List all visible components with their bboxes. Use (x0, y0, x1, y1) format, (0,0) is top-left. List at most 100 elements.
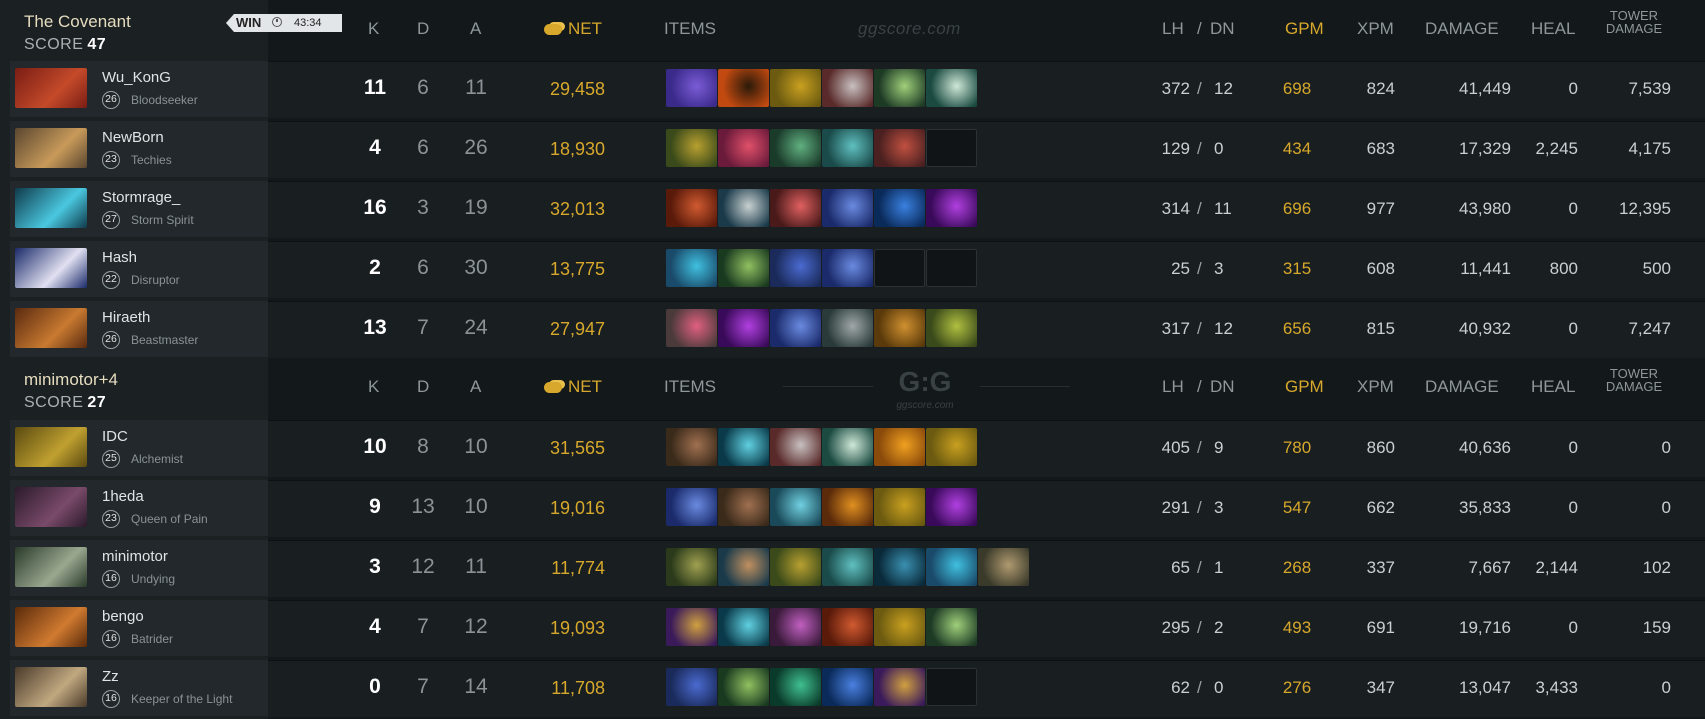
player-card[interactable]: 1heda 23 Queen of Pain (10, 480, 268, 536)
team-name[interactable]: minimotor+4 (24, 370, 118, 390)
player-stats-row: 13 7 24 27,947 317 / 12 656 815 40,932 0 7,247 (268, 301, 1705, 358)
item-icon[interactable] (874, 309, 925, 347)
item-icon[interactable] (822, 129, 873, 167)
item-icon[interactable] (926, 608, 977, 646)
item-icon[interactable] (770, 668, 821, 706)
item-icon[interactable] (666, 309, 717, 347)
item-icon[interactable] (770, 428, 821, 466)
item-icon[interactable] (874, 488, 925, 526)
item-icon[interactable] (874, 129, 925, 167)
item-icon[interactable] (874, 69, 925, 107)
player-card[interactable]: bengo 16 Batrider (10, 600, 268, 656)
hero-portrait[interactable] (15, 128, 87, 168)
xpm-value: 608 (1366, 259, 1395, 278)
item-icon[interactable] (718, 488, 769, 526)
hero-portrait[interactable] (15, 427, 87, 467)
item-icon[interactable] (874, 668, 925, 706)
item-icon[interactable] (718, 608, 769, 646)
player-name[interactable]: IDC (102, 428, 128, 445)
kills-value: 2 (369, 256, 381, 279)
item-icon[interactable] (718, 428, 769, 466)
hero-portrait[interactable] (15, 308, 87, 348)
item-icon[interactable] (718, 69, 769, 107)
item-icon[interactable] (874, 428, 925, 466)
item-icon[interactable] (666, 69, 717, 107)
column-header-d: D (417, 19, 430, 38)
item-icon[interactable] (822, 668, 873, 706)
player-card[interactable]: NewBorn 23 Techies (10, 121, 268, 177)
hero-portrait[interactable] (15, 68, 87, 108)
item-icon[interactable] (822, 548, 873, 586)
item-icon[interactable] (718, 309, 769, 347)
item-icon[interactable] (926, 69, 977, 107)
item-icon[interactable] (822, 309, 873, 347)
item-icon[interactable] (718, 668, 769, 706)
player-card[interactable]: Wu_KonG 26 Bloodseeker (10, 61, 268, 117)
item-icon[interactable] (666, 608, 717, 646)
item-icon[interactable] (770, 548, 821, 586)
item-icon[interactable] (718, 189, 769, 227)
player-name[interactable]: NewBorn (102, 129, 164, 146)
item-icon[interactable] (822, 488, 873, 526)
item-icon[interactable] (666, 129, 717, 167)
item-icon[interactable] (926, 428, 977, 466)
item-icon[interactable] (666, 668, 717, 706)
item-icon[interactable] (666, 548, 717, 586)
item-icon[interactable] (770, 189, 821, 227)
player-card[interactable]: IDC 25 Alchemist (10, 420, 268, 476)
hero-portrait[interactable] (15, 487, 87, 527)
item-icon[interactable] (874, 548, 925, 586)
item-icon[interactable] (822, 189, 873, 227)
item-icon[interactable] (926, 488, 977, 526)
hero-portrait[interactable] (15, 188, 87, 228)
item-icon[interactable] (770, 309, 821, 347)
item-icon[interactable] (666, 189, 717, 227)
item-icon[interactable] (718, 129, 769, 167)
item-icon[interactable] (822, 428, 873, 466)
item-icon[interactable] (666, 488, 717, 526)
player-name[interactable]: minimotor (102, 548, 168, 565)
player-name[interactable]: 1heda (102, 488, 144, 505)
net-worth-value: 32,013 (549, 199, 605, 219)
item-icon[interactable] (874, 189, 925, 227)
player-card[interactable]: minimotor 16 Undying (10, 540, 268, 596)
item-icon[interactable] (666, 249, 717, 287)
player-name[interactable]: Stormrage_ (102, 189, 180, 206)
player-name[interactable]: Wu_KonG (102, 69, 171, 86)
player-name[interactable]: Hiraeth (102, 309, 150, 326)
player-name[interactable]: Zz (102, 668, 119, 685)
item-icon[interactable] (874, 608, 925, 646)
hero-portrait[interactable] (15, 248, 87, 288)
item-icon[interactable] (718, 249, 769, 287)
lh-dn-separator: / (1197, 498, 1202, 517)
player-name[interactable]: Hash (102, 249, 137, 266)
item-icon[interactable] (666, 428, 717, 466)
item-icon[interactable] (770, 69, 821, 107)
hero-name: Bloodseeker (131, 93, 198, 107)
heal-value: 0 (1568, 498, 1578, 517)
item-icon[interactable] (770, 608, 821, 646)
player-card[interactable]: Hash 22 Disruptor (10, 241, 268, 297)
item-icon[interactable] (718, 548, 769, 586)
hero-portrait[interactable] (15, 607, 87, 647)
kills-value: 10 (363, 435, 387, 458)
heal-value: 800 (1549, 259, 1578, 278)
item-icon[interactable] (822, 249, 873, 287)
hero-portrait[interactable] (15, 547, 87, 587)
player-card[interactable]: Stormrage_ 27 Storm Spirit (10, 181, 268, 237)
item-icon[interactable] (926, 548, 977, 586)
item-icon[interactable] (978, 548, 1029, 586)
player-name[interactable]: bengo (102, 608, 144, 625)
player-card[interactable]: Hiraeth 26 Beastmaster (10, 301, 268, 357)
item-icon[interactable] (770, 488, 821, 526)
item-icon[interactable] (822, 608, 873, 646)
item-icon[interactable] (770, 129, 821, 167)
hero-portrait[interactable] (15, 667, 87, 707)
item-icon[interactable] (926, 189, 977, 227)
item-icon[interactable] (926, 309, 977, 347)
team-name[interactable]: The Covenant (24, 12, 131, 32)
item-icon[interactable] (770, 249, 821, 287)
item-icon[interactable] (822, 69, 873, 107)
damage-value: 40,636 (1459, 438, 1511, 457)
player-card[interactable]: Zz 16 Keeper of the Light (10, 660, 268, 716)
